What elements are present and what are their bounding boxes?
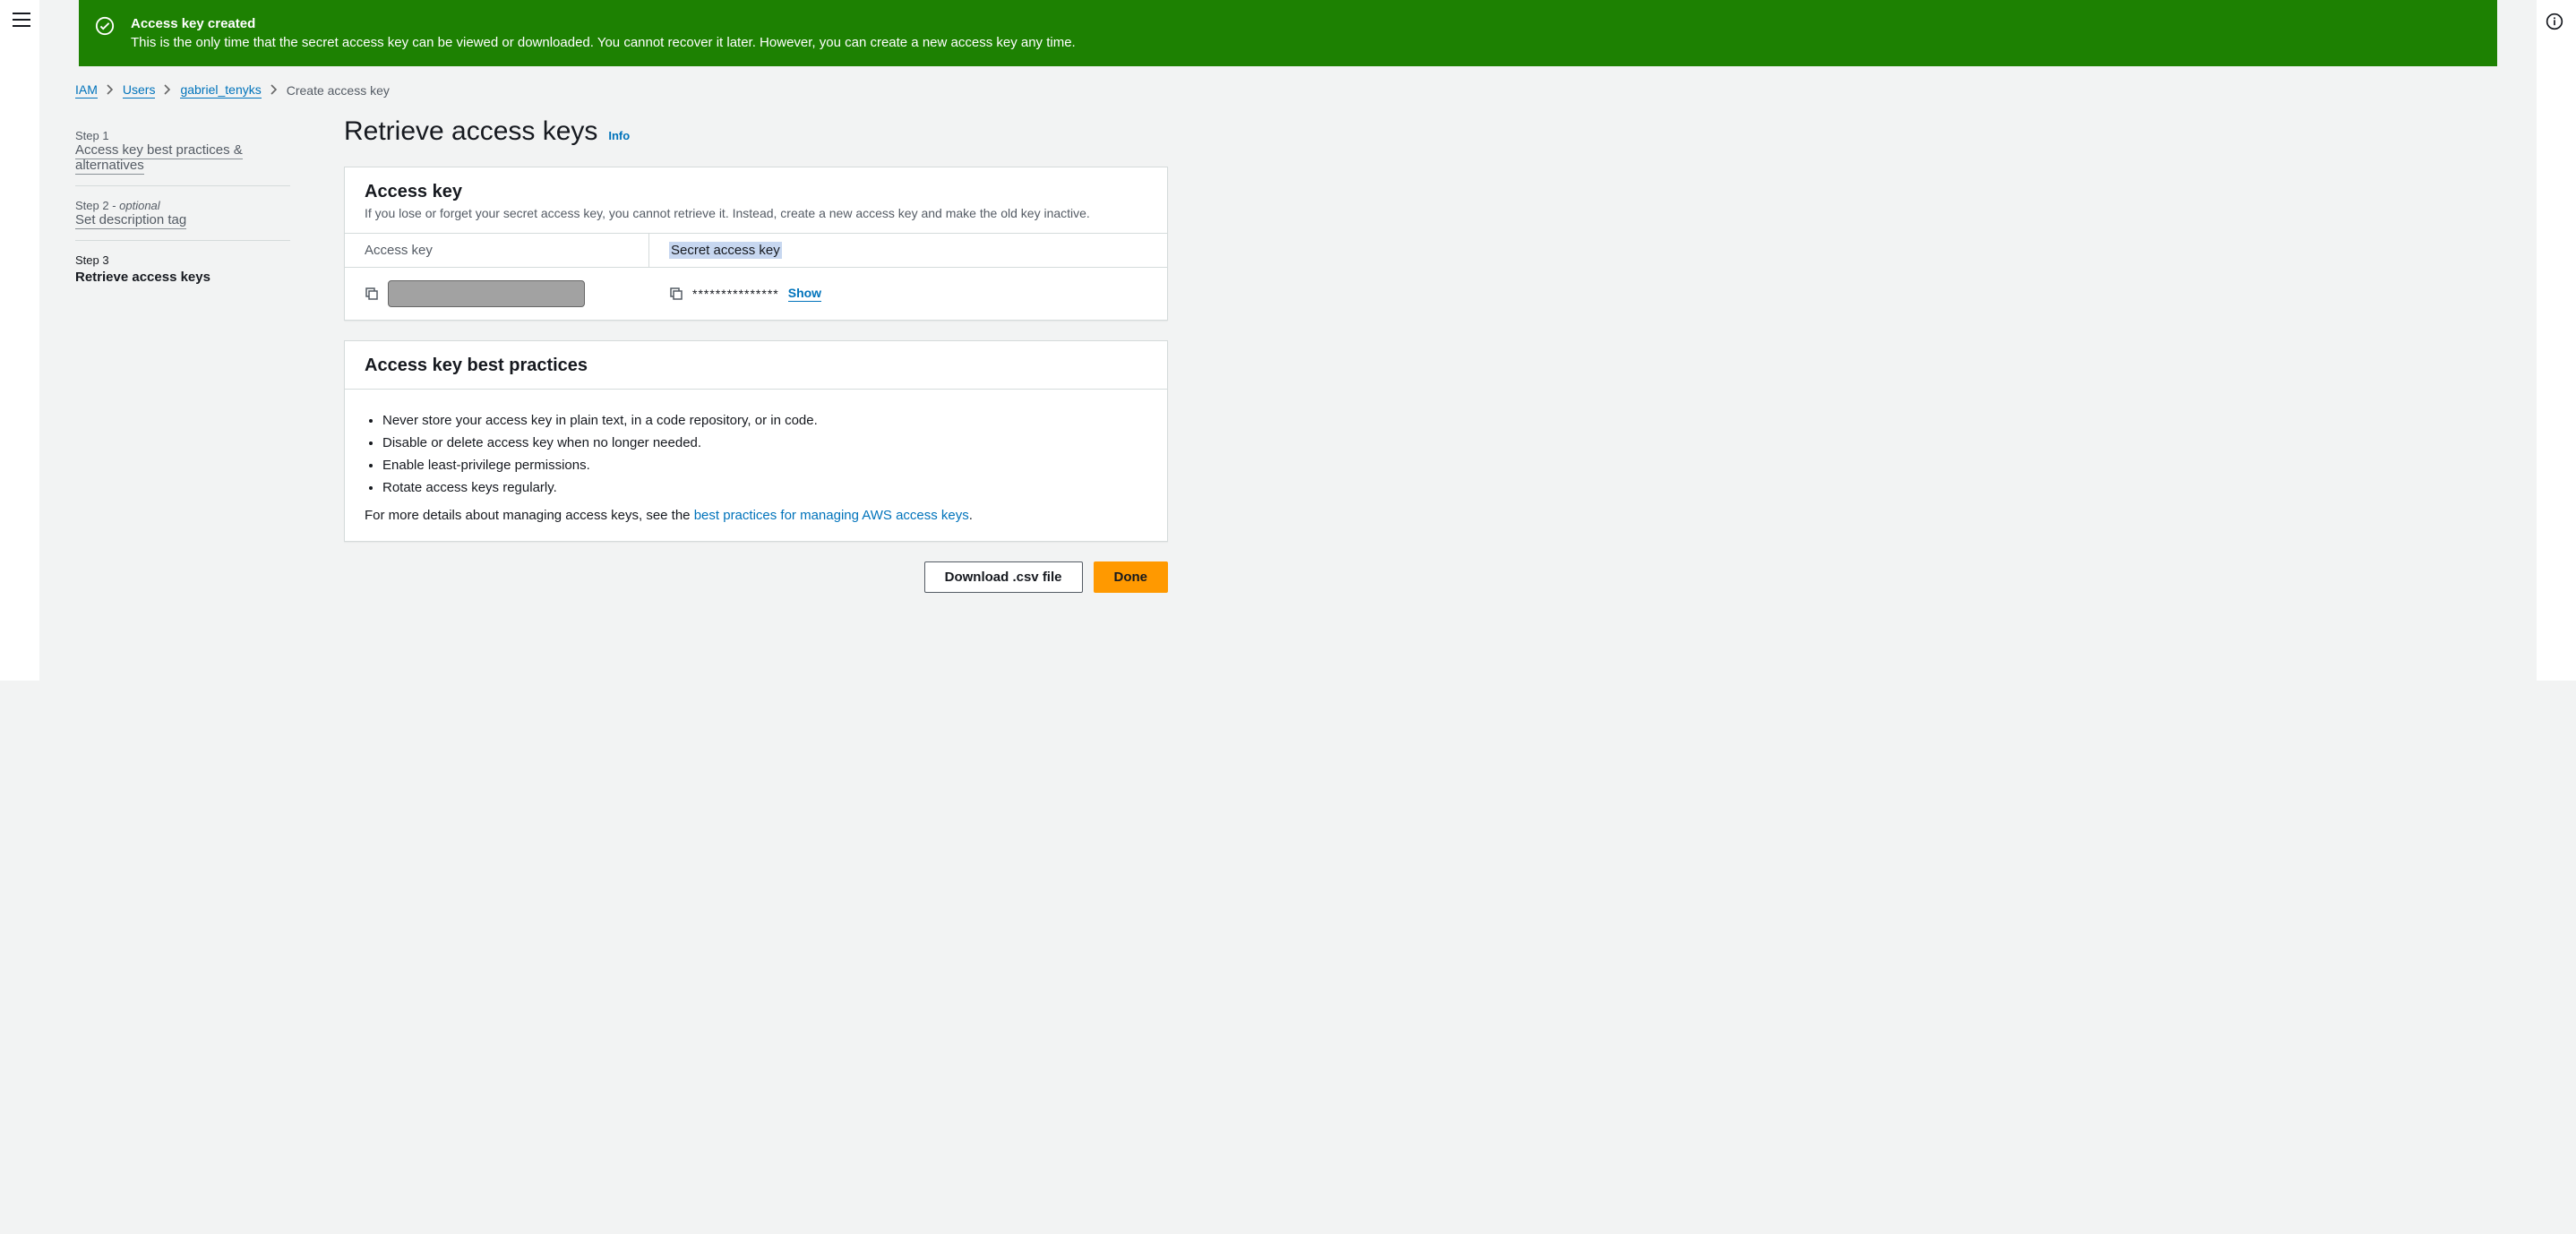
wizard-steps: Step 1 Access key best practices & alter… — [75, 116, 290, 593]
step-1[interactable]: Step 1 Access key best practices & alter… — [75, 116, 290, 185]
breadcrumb-iam[interactable]: IAM — [75, 82, 98, 99]
col-access-key: Access key — [345, 234, 649, 267]
breadcrumb: IAM Users gabriel_tenyks Create access k… — [75, 82, 2501, 99]
page-title: Retrieve access keys — [344, 116, 597, 147]
step-3-label: Step 3 — [75, 253, 290, 267]
check-circle-icon — [95, 16, 115, 39]
best-practices-more: For more details about managing access k… — [365, 508, 1147, 523]
step-3-name: Retrieve access keys — [75, 270, 290, 285]
access-key-title: Access key — [365, 182, 1147, 202]
info-link[interactable]: Info — [608, 129, 630, 142]
banner-message: This is the only time that the secret ac… — [131, 35, 1076, 50]
success-banner: Access key created This is the only time… — [79, 0, 2497, 66]
best-practices-list: Never store your access key in plain tex… — [382, 413, 1147, 495]
copy-secret-key-icon[interactable] — [669, 287, 683, 301]
breadcrumb-users[interactable]: Users — [123, 82, 156, 99]
step-3: Step 3 Retrieve access keys — [75, 240, 290, 297]
banner-title: Access key created — [131, 16, 1076, 31]
access-key-card: Access key If you lose or forget your se… — [344, 167, 1168, 321]
step-2[interactable]: Step 2 - optional Set description tag — [75, 185, 290, 240]
show-secret-link[interactable]: Show — [788, 286, 821, 302]
list-item: Rotate access keys regularly. — [382, 480, 1147, 495]
best-practices-card: Access key best practices Never store yo… — [344, 340, 1168, 542]
step-2-label: Step 2 - optional — [75, 199, 290, 212]
breadcrumb-user[interactable]: gabriel_tenyks — [180, 82, 261, 99]
list-item: Never store your access key in plain tex… — [382, 413, 1147, 428]
list-item: Enable least-privilege permissions. — [382, 458, 1147, 473]
copy-access-key-icon[interactable] — [365, 287, 379, 301]
access-key-desc: If you lose or forget your secret access… — [365, 206, 1147, 220]
access-key-value-redacted — [388, 280, 585, 307]
list-item: Disable or delete access key when no lon… — [382, 435, 1147, 450]
done-button[interactable]: Done — [1094, 561, 1169, 593]
col-secret-key: Secret access key — [649, 234, 802, 267]
chevron-right-icon — [164, 83, 171, 98]
best-practices-title: Access key best practices — [365, 356, 1147, 376]
step-1-label: Step 1 — [75, 129, 290, 142]
chevron-right-icon — [270, 83, 278, 98]
breadcrumb-current: Create access key — [287, 83, 390, 98]
hamburger-menu-icon[interactable] — [13, 13, 30, 30]
best-practices-doc-link[interactable]: best practices for managing AWS access k… — [694, 508, 969, 523]
info-circle-icon[interactable] — [2546, 13, 2563, 33]
step-2-name: Set description tag — [75, 212, 186, 229]
secret-key-masked: *************** — [692, 287, 779, 301]
step-1-name: Access key best practices & alternatives — [75, 142, 243, 175]
chevron-right-icon — [107, 83, 114, 98]
download-csv-button[interactable]: Download .csv file — [924, 561, 1083, 593]
